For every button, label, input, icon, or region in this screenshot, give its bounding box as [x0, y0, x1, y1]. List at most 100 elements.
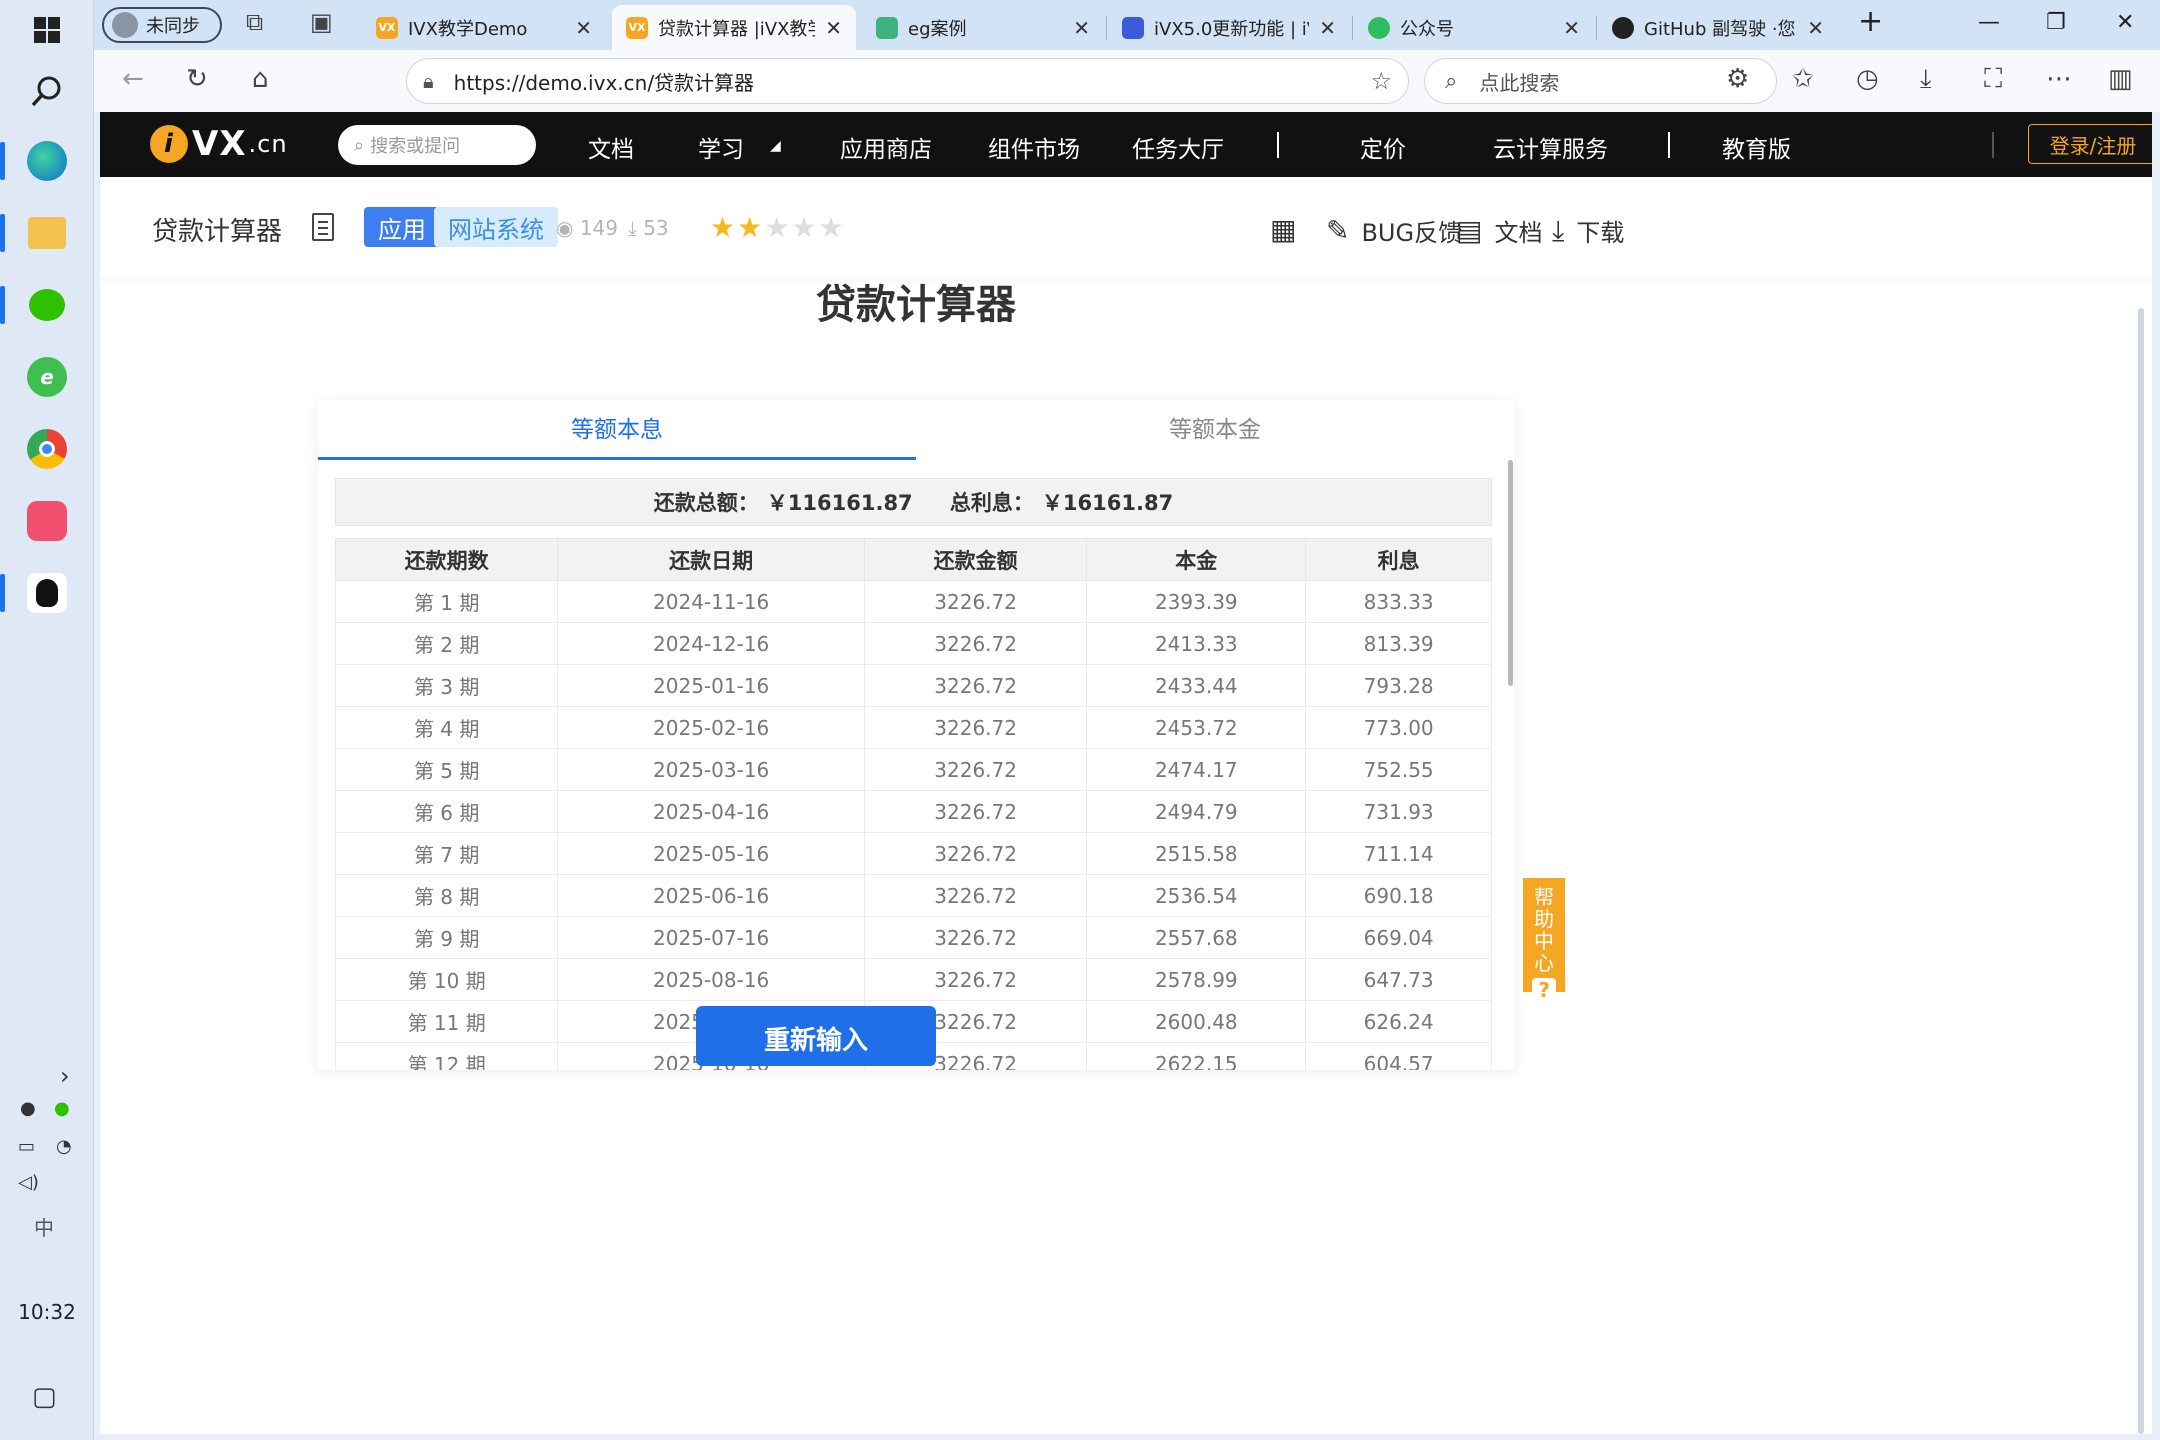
site-logo[interactable]: i VX .cn [150, 124, 288, 164]
column-header: 还款期数 [334, 538, 559, 581]
table-scrollbar[interactable] [1508, 460, 1513, 686]
table-cell: 793.28 [1305, 664, 1492, 707]
input-method-indicator[interactable]: 中 [34, 1212, 54, 1241]
close-icon[interactable]: ✕ [1563, 16, 1580, 40]
favorites-icon[interactable]: ✩ [1792, 64, 1814, 94]
table-cell: 第 3 期 [334, 664, 559, 707]
chevron-right-icon[interactable]: › [60, 1062, 70, 1090]
table-cell: 2025-08-16 [557, 958, 865, 1001]
tab-actions-icon[interactable]: ▣ [310, 8, 333, 36]
history-icon[interactable]: ◷ [1856, 64, 1879, 94]
caret-down-icon[interactable]: ◢ [770, 138, 781, 154]
close-icon[interactable]: ✕ [1073, 16, 1090, 40]
nav-app-store[interactable]: 应用商店 [840, 130, 932, 164]
taskbar-app-pink[interactable] [0, 494, 94, 548]
nav-task-hall[interactable]: 任务大厅 [1132, 130, 1224, 164]
table-row: 第 6 期 2025-04-16 3226.72 2494.79 731.93 [334, 790, 1492, 833]
reset-button[interactable]: 重新输入 [696, 1006, 936, 1066]
taskbar-wechat[interactable] [0, 278, 94, 332]
browser-search-input[interactable]: ⌕ 点此搜索 [1424, 58, 1777, 104]
close-icon[interactable]: ✕ [825, 16, 842, 40]
browser-tab[interactable]: VX IVX教学Demo ✕ [362, 5, 606, 50]
tab-equal-installment[interactable]: 等额本息 [318, 400, 916, 460]
browser-tab[interactable]: iVX5.0更新功能 | iV ✕ [1108, 5, 1350, 50]
taskbar-ie[interactable]: e [0, 350, 94, 404]
close-icon[interactable]: ✕ [1319, 16, 1336, 40]
taskbar-qq[interactable] [0, 566, 94, 620]
page-scrollbar[interactable] [2138, 308, 2144, 1434]
taskbar: e › ● ● ▭ ◔ ◁) 中 10:32 ▢ [0, 0, 94, 1440]
profile-label: 未同步 [146, 16, 200, 37]
nav-docs[interactable]: 文档 [588, 130, 634, 164]
taskbar-edge[interactable] [0, 134, 94, 188]
table-cell: 第 1 期 [334, 580, 559, 623]
qq-tray-icon[interactable]: ● [20, 1098, 36, 1119]
search-icon: ⌕ [1445, 68, 1458, 94]
table-cell: 3226.72 [863, 790, 1088, 833]
tab-divider [1106, 16, 1107, 40]
table-cell: 833.33 [1305, 580, 1492, 623]
address-bar[interactable]: 🔒︎ https://demo.ivx.cn/贷款计算器 ☆ [406, 58, 1409, 104]
taskbar-file-explorer[interactable] [0, 206, 94, 260]
clock[interactable]: 10:32 [0, 1300, 94, 1324]
wechat-tray-icon[interactable]: ● [54, 1098, 70, 1119]
wifi-icon[interactable]: ◔ [56, 1136, 72, 1157]
tab-equal-principal[interactable]: 等额本金 [916, 400, 1514, 460]
window-close-button[interactable]: ✕ [2116, 10, 2134, 35]
site-search-input[interactable]: ⌕ 搜索或提问 [338, 125, 536, 165]
nav-learn[interactable]: 学习 [698, 130, 744, 164]
table-cell: 3226.72 [863, 958, 1088, 1001]
restore-button[interactable]: ❐ [2046, 10, 2066, 35]
browser-tab[interactable]: eg案例 ✕ [862, 5, 1104, 50]
nav-pricing[interactable]: 定价 [1360, 130, 1406, 164]
table-cell: 第 8 期 [334, 874, 559, 917]
nav-component-market[interactable]: 组件市场 [988, 130, 1080, 164]
help-center-button[interactable]: 帮助中心 ? [1523, 878, 1565, 1002]
table-cell: 3226.72 [863, 706, 1088, 749]
browser-tab[interactable]: GitHub 副驾驶 ·您的 ✕ [1598, 5, 1838, 50]
nav-divider [1992, 132, 1994, 158]
browser-tab-active[interactable]: VX 贷款计算器 |iVX教学 ✕ [612, 5, 856, 50]
table-cell: 731.93 [1305, 790, 1492, 833]
taskbar-chrome[interactable] [0, 422, 94, 476]
battery-icon[interactable]: ▭ [18, 1136, 35, 1157]
tab-title: iVX5.0更新功能 | iV [1154, 18, 1310, 40]
favorite-star-icon[interactable]: ☆ [1370, 67, 1392, 95]
nav-cloud[interactable]: 云计算服务 [1493, 130, 1608, 164]
table-cell: 第 11 期 [334, 1000, 559, 1043]
avatar [112, 12, 138, 38]
more-icon[interactable]: ⋯ [2046, 64, 2072, 94]
column-header: 还款金额 [863, 538, 1088, 581]
table-cell: 773.00 [1305, 706, 1492, 749]
table-row: 第 5 期 2025-03-16 3226.72 2474.17 752.55 [334, 748, 1492, 791]
interest-label: 总利息： [949, 491, 1034, 515]
nav-education[interactable]: 教育版 [1722, 130, 1791, 164]
extensions-icon[interactable]: ⚙ [1726, 64, 1749, 94]
close-icon[interactable]: ✕ [575, 16, 592, 40]
sidebar-toggle-icon[interactable]: ▥ [2108, 64, 2133, 94]
new-tab-button[interactable]: + [1858, 4, 1883, 39]
notification-icon[interactable]: ▢ [32, 1382, 57, 1412]
table-cell: 626.24 [1305, 1000, 1492, 1043]
browser-tab[interactable]: 公众号 ✕ [1354, 5, 1594, 50]
close-icon[interactable]: ✕ [1807, 16, 1824, 40]
github-favicon-icon [1612, 16, 1634, 39]
table-cell: 3226.72 [863, 874, 1088, 917]
profile-button[interactable]: 未同步 [102, 7, 222, 43]
table-cell: 3226.72 [863, 664, 1088, 707]
total-value: ￥116161.87 [766, 491, 913, 515]
minimize-button[interactable]: — [1978, 10, 2000, 35]
collections-icon[interactable]: ⧉ [246, 8, 263, 36]
download-icon[interactable]: ⤓ [1920, 64, 1932, 95]
start-button[interactable] [0, 8, 94, 52]
screenshot-icon[interactable]: ⛶ [1984, 64, 2002, 95]
volume-icon[interactable]: ◁) [18, 1172, 39, 1193]
table-cell: 2474.17 [1086, 748, 1307, 791]
search-button[interactable] [0, 66, 94, 116]
login-button[interactable]: 登录/注册 [2028, 124, 2152, 164]
table-row: 第 7 期 2025-05-16 3226.72 2515.58 711.14 [334, 832, 1492, 875]
home-icon[interactable]: ⌂ [252, 64, 269, 94]
refresh-icon[interactable]: ↻ [186, 64, 208, 94]
table-cell: 第 5 期 [334, 748, 559, 791]
back-arrow-icon[interactable]: ← [122, 64, 144, 94]
